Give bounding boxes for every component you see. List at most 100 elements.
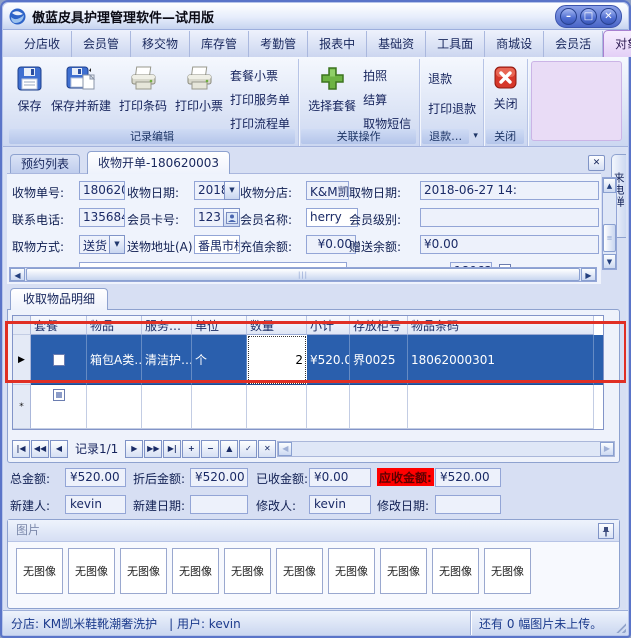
scroll-right-icon[interactable]: ▶ bbox=[581, 268, 596, 281]
receipt-date-dropdown-icon[interactable]: ▼ bbox=[224, 181, 240, 200]
refund-more-icon[interactable]: ▾ bbox=[469, 129, 482, 144]
modified-date-field[interactable] bbox=[435, 495, 501, 514]
grid-column-header-3[interactable]: 单位 bbox=[192, 316, 247, 335]
close-button[interactable]: ✕ bbox=[600, 8, 617, 25]
modified-by-field[interactable]: kevin bbox=[309, 495, 371, 514]
service-cell[interactable]: 清洁护… bbox=[142, 335, 192, 385]
document-close-icon[interactable]: ✕ bbox=[588, 155, 605, 171]
maximize-button[interactable]: □ bbox=[580, 8, 597, 25]
image-placeholder-5[interactable]: 无图像 bbox=[276, 548, 323, 594]
form-vertical-scrollbar[interactable]: ▲ ≡ ▼ bbox=[602, 177, 617, 270]
scroll-up-icon[interactable]: ▲ bbox=[603, 178, 616, 193]
ribbon-tab-2[interactable]: 移交物 bbox=[131, 31, 190, 57]
nav-prior-button[interactable]: ◀ bbox=[50, 440, 68, 458]
package-checkbox[interactable] bbox=[53, 354, 65, 366]
scroll-down-icon[interactable]: ▼ bbox=[603, 254, 616, 269]
receipt-no-field[interactable]: 1806200 bbox=[79, 181, 125, 200]
print-service-sheet-link[interactable]: 打印服务单 bbox=[230, 91, 290, 108]
card-no-field[interactable]: 123 bbox=[194, 208, 224, 227]
scrollbar-thumb[interactable]: ||| bbox=[26, 268, 580, 281]
pickup-method-dropdown-icon[interactable]: ▼ bbox=[109, 235, 125, 254]
image-placeholder-7[interactable]: 无图像 bbox=[380, 548, 427, 594]
grid-selected-row[interactable]: ▶ 箱包A类… 清洁护… 个 2 ¥520.00 界0025 180620003… bbox=[13, 335, 603, 385]
image-placeholder-8[interactable]: 无图像 bbox=[432, 548, 479, 594]
grid-new-row[interactable]: * bbox=[13, 385, 603, 429]
print-receipt-button[interactable]: 打印小票 bbox=[171, 61, 227, 114]
image-placeholder-4[interactable]: 无图像 bbox=[224, 548, 271, 594]
close-form-button[interactable]: 关闭 bbox=[489, 61, 522, 112]
phone-field[interactable]: 1356842 bbox=[79, 208, 125, 227]
ribbon-tab-8[interactable]: 商城设 bbox=[485, 31, 544, 57]
nav-delete-button[interactable]: − bbox=[201, 440, 219, 458]
unit-cell[interactable]: 个 bbox=[192, 335, 247, 385]
print-refund-link[interactable]: 打印退款 bbox=[428, 100, 476, 117]
cabinet-cell[interactable]: 界0025 bbox=[350, 335, 408, 385]
tab-reservation-list[interactable]: 预约列表 bbox=[10, 154, 80, 174]
settle-link[interactable]: 结算 bbox=[363, 91, 411, 108]
delivery-address-field[interactable]: 番禺市桥 bbox=[194, 235, 240, 254]
nav-insert-button[interactable]: + bbox=[182, 440, 200, 458]
refund-link[interactable]: 退款 bbox=[428, 70, 476, 87]
branch-field[interactable]: K&M凯米 bbox=[306, 181, 349, 200]
ribbon-tab-1[interactable]: 会员管 bbox=[72, 31, 131, 57]
image-placeholder-9[interactable]: 无图像 bbox=[484, 548, 531, 594]
created-by-field[interactable]: kevin bbox=[65, 495, 126, 514]
ribbon-tab-7[interactable]: 工具面 bbox=[426, 31, 485, 57]
ribbon-tab-10[interactable]: 对象管 bbox=[603, 30, 631, 57]
grid-column-header-1[interactable]: 物品 bbox=[87, 316, 142, 335]
grid-column-header-5[interactable]: 小计 bbox=[307, 316, 350, 335]
tab-receive-order[interactable]: 收物开单-180620003 bbox=[87, 151, 230, 174]
ribbon-tab-9[interactable]: 会员活 bbox=[544, 31, 603, 57]
pickup-method-field[interactable]: 送货 bbox=[79, 235, 110, 254]
save-and-new-button[interactable]: 保存并新建 bbox=[47, 61, 115, 114]
take-photo-link[interactable]: 拍照 bbox=[363, 67, 411, 84]
quantity-edit-cell[interactable]: 2 bbox=[247, 335, 307, 385]
pin-button[interactable] bbox=[598, 523, 614, 539]
package-receipt-link[interactable]: 套餐小票 bbox=[230, 67, 290, 84]
scroll-left-icon[interactable]: ◀ bbox=[10, 268, 25, 281]
nav-post-button[interactable]: ✓ bbox=[239, 440, 257, 458]
nav-next-button[interactable]: ▶ bbox=[125, 440, 143, 458]
ribbon-tab-3[interactable]: 库存管 bbox=[190, 31, 249, 57]
pickup-date-field[interactable]: 2018-06-27 14: bbox=[420, 181, 599, 200]
nav-next-page-button[interactable]: ▶▶ bbox=[144, 440, 162, 458]
gift-balance-field[interactable]: ¥0.00 bbox=[420, 235, 599, 254]
image-placeholder-1[interactable]: 无图像 bbox=[68, 548, 115, 594]
image-placeholder-3[interactable]: 无图像 bbox=[172, 548, 219, 594]
received-field[interactable]: ¥0.00 bbox=[309, 468, 371, 487]
ribbon-tab-4[interactable]: 考勤管 bbox=[249, 31, 308, 57]
created-date-field[interactable] bbox=[190, 495, 248, 514]
select-package-button[interactable]: 选择套餐 bbox=[304, 61, 360, 114]
member-level-field[interactable] bbox=[420, 208, 599, 227]
image-placeholder-0[interactable]: 无图像 bbox=[16, 548, 63, 594]
total-field[interactable]: ¥520.00 bbox=[65, 468, 126, 487]
scroll-left-icon[interactable]: ◀ bbox=[278, 442, 292, 456]
ribbon-tab-0[interactable]: 分店收 bbox=[13, 31, 72, 57]
save-button[interactable]: 保存 bbox=[12, 61, 47, 114]
print-barcode-button[interactable]: 打印条码 bbox=[115, 61, 171, 114]
grid-column-header-6[interactable]: 存放柜号 bbox=[350, 316, 408, 335]
ribbon-tab-5[interactable]: 报表中 bbox=[308, 31, 367, 57]
ribbon-tab-6[interactable]: 基础资 bbox=[367, 31, 426, 57]
scrollbar-thumb[interactable]: ≡ bbox=[603, 224, 616, 252]
navigator-scroll-strip[interactable]: ◀▶ bbox=[277, 441, 615, 457]
scroll-right-icon[interactable]: ▶ bbox=[600, 442, 614, 456]
item-cell[interactable]: 箱包A类… bbox=[87, 335, 142, 385]
image-placeholder-6[interactable]: 无图像 bbox=[328, 548, 375, 594]
form-horizontal-scrollbar[interactable]: ◀ ||| ▶ bbox=[9, 267, 597, 282]
subtotal-cell[interactable]: ¥520.00 bbox=[307, 335, 350, 385]
minimize-button[interactable]: – bbox=[560, 8, 577, 25]
grid-column-header-4[interactable]: 数量 bbox=[247, 316, 307, 335]
nav-first-button[interactable]: |◀ bbox=[12, 440, 30, 458]
grid-column-header-0[interactable]: 套餐 bbox=[31, 316, 87, 335]
receivable-field[interactable]: ¥520.00 bbox=[435, 468, 501, 487]
nav-cancel-button[interactable]: ✕ bbox=[258, 440, 276, 458]
discounted-field[interactable]: ¥520.00 bbox=[190, 468, 248, 487]
grid-column-header-2[interactable]: 服务… bbox=[142, 316, 192, 335]
receipt-date-field[interactable]: 2018 bbox=[194, 181, 225, 200]
nav-edit-button[interactable]: ▲ bbox=[220, 440, 238, 458]
image-placeholder-2[interactable]: 无图像 bbox=[120, 548, 167, 594]
detail-tab[interactable]: 收取物品明细 bbox=[10, 288, 108, 310]
member-lookup-button[interactable] bbox=[223, 208, 240, 227]
package-checkbox[interactable] bbox=[53, 389, 65, 401]
